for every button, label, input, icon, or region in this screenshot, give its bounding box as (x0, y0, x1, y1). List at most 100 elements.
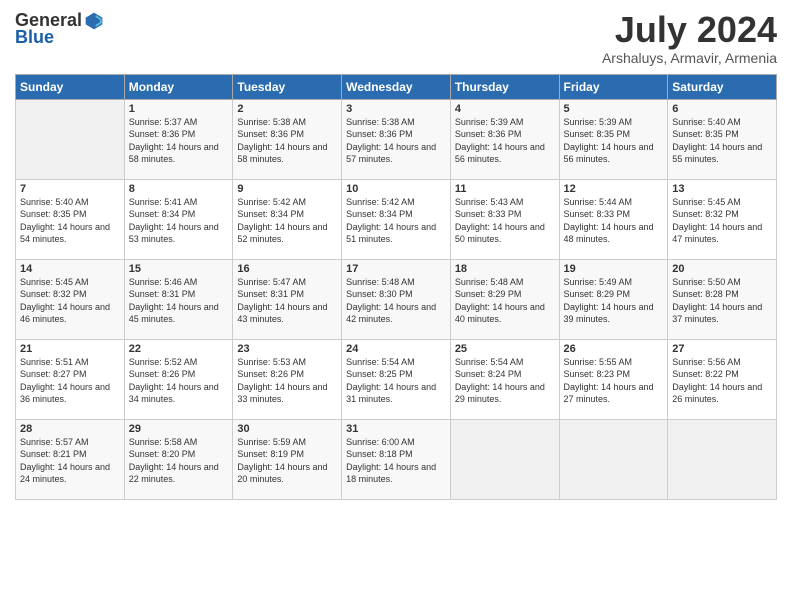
daylight-text: Daylight: 14 hours and 31 minutes. (346, 381, 446, 406)
sunset-text: Sunset: 8:34 PM (346, 208, 446, 221)
page: General Blue July 2024 Arshaluys, Armavi… (0, 0, 792, 612)
day-number: 26 (564, 343, 664, 355)
daylight-text: Daylight: 14 hours and 36 minutes. (20, 381, 120, 406)
day-info: Sunrise: 5:46 AM Sunset: 8:31 PM Dayligh… (129, 276, 229, 326)
header: General Blue July 2024 Arshaluys, Armavi… (15, 10, 777, 66)
day-cell: 19 Sunrise: 5:49 AM Sunset: 8:29 PM Dayl… (559, 259, 668, 339)
sunrise-text: Sunrise: 5:42 AM (346, 196, 446, 209)
header-monday: Monday (124, 74, 233, 99)
day-info: Sunrise: 5:48 AM Sunset: 8:30 PM Dayligh… (346, 276, 446, 326)
sunset-text: Sunset: 8:20 PM (129, 448, 229, 461)
sunset-text: Sunset: 8:29 PM (455, 288, 555, 301)
day-cell (668, 419, 777, 499)
sunrise-text: Sunrise: 5:57 AM (20, 436, 120, 449)
sunset-text: Sunset: 8:26 PM (237, 368, 337, 381)
week-row-1: 7 Sunrise: 5:40 AM Sunset: 8:35 PM Dayli… (16, 179, 777, 259)
sunrise-text: Sunrise: 5:43 AM (455, 196, 555, 209)
logo: General Blue (15, 10, 104, 48)
daylight-text: Daylight: 14 hours and 56 minutes. (455, 141, 555, 166)
day-cell: 10 Sunrise: 5:42 AM Sunset: 8:34 PM Dayl… (342, 179, 451, 259)
month-year: July 2024 (602, 10, 777, 50)
day-number: 7 (20, 183, 120, 195)
header-thursday: Thursday (450, 74, 559, 99)
calendar-table: Sunday Monday Tuesday Wednesday Thursday… (15, 74, 777, 500)
day-info: Sunrise: 5:37 AM Sunset: 8:36 PM Dayligh… (129, 116, 229, 166)
day-info: Sunrise: 5:45 AM Sunset: 8:32 PM Dayligh… (672, 196, 772, 246)
day-info: Sunrise: 5:54 AM Sunset: 8:24 PM Dayligh… (455, 356, 555, 406)
daylight-text: Daylight: 14 hours and 20 minutes. (237, 461, 337, 486)
daylight-text: Daylight: 14 hours and 24 minutes. (20, 461, 120, 486)
day-cell: 27 Sunrise: 5:56 AM Sunset: 8:22 PM Dayl… (668, 339, 777, 419)
header-saturday: Saturday (668, 74, 777, 99)
sunset-text: Sunset: 8:36 PM (455, 128, 555, 141)
day-cell: 31 Sunrise: 6:00 AM Sunset: 8:18 PM Dayl… (342, 419, 451, 499)
sunrise-text: Sunrise: 5:48 AM (455, 276, 555, 289)
day-info: Sunrise: 5:51 AM Sunset: 8:27 PM Dayligh… (20, 356, 120, 406)
day-cell: 30 Sunrise: 5:59 AM Sunset: 8:19 PM Dayl… (233, 419, 342, 499)
day-cell: 9 Sunrise: 5:42 AM Sunset: 8:34 PM Dayli… (233, 179, 342, 259)
daylight-text: Daylight: 14 hours and 58 minutes. (129, 141, 229, 166)
daylight-text: Daylight: 14 hours and 52 minutes. (237, 221, 337, 246)
daylight-text: Daylight: 14 hours and 22 minutes. (129, 461, 229, 486)
day-number: 6 (672, 103, 772, 115)
daylight-text: Daylight: 14 hours and 51 minutes. (346, 221, 446, 246)
day-number: 3 (346, 103, 446, 115)
sunset-text: Sunset: 8:33 PM (455, 208, 555, 221)
location: Arshaluys, Armavir, Armenia (602, 50, 777, 66)
sunrise-text: Sunrise: 5:38 AM (237, 116, 337, 129)
day-number: 14 (20, 263, 120, 275)
day-info: Sunrise: 5:54 AM Sunset: 8:25 PM Dayligh… (346, 356, 446, 406)
sunrise-text: Sunrise: 5:41 AM (129, 196, 229, 209)
sunrise-text: Sunrise: 5:38 AM (346, 116, 446, 129)
sunset-text: Sunset: 8:31 PM (129, 288, 229, 301)
day-cell: 14 Sunrise: 5:45 AM Sunset: 8:32 PM Dayl… (16, 259, 125, 339)
sunrise-text: Sunrise: 5:47 AM (237, 276, 337, 289)
day-number: 28 (20, 423, 120, 435)
sunrise-text: Sunrise: 5:45 AM (672, 196, 772, 209)
sunrise-text: Sunrise: 5:39 AM (564, 116, 664, 129)
sunrise-text: Sunrise: 5:51 AM (20, 356, 120, 369)
day-info: Sunrise: 5:56 AM Sunset: 8:22 PM Dayligh… (672, 356, 772, 406)
sunset-text: Sunset: 8:29 PM (564, 288, 664, 301)
day-cell: 11 Sunrise: 5:43 AM Sunset: 8:33 PM Dayl… (450, 179, 559, 259)
sunset-text: Sunset: 8:36 PM (346, 128, 446, 141)
daylight-text: Daylight: 14 hours and 40 minutes. (455, 301, 555, 326)
day-cell: 22 Sunrise: 5:52 AM Sunset: 8:26 PM Dayl… (124, 339, 233, 419)
day-number: 22 (129, 343, 229, 355)
daylight-text: Daylight: 14 hours and 39 minutes. (564, 301, 664, 326)
daylight-text: Daylight: 14 hours and 56 minutes. (564, 141, 664, 166)
day-cell (559, 419, 668, 499)
sunrise-text: Sunrise: 5:37 AM (129, 116, 229, 129)
sunrise-text: Sunrise: 5:50 AM (672, 276, 772, 289)
sunrise-text: Sunrise: 5:54 AM (455, 356, 555, 369)
sunset-text: Sunset: 8:34 PM (237, 208, 337, 221)
daylight-text: Daylight: 14 hours and 27 minutes. (564, 381, 664, 406)
day-info: Sunrise: 5:38 AM Sunset: 8:36 PM Dayligh… (346, 116, 446, 166)
day-number: 4 (455, 103, 555, 115)
day-cell: 16 Sunrise: 5:47 AM Sunset: 8:31 PM Dayl… (233, 259, 342, 339)
day-cell: 20 Sunrise: 5:50 AM Sunset: 8:28 PM Dayl… (668, 259, 777, 339)
sunset-text: Sunset: 8:31 PM (237, 288, 337, 301)
sunset-text: Sunset: 8:32 PM (20, 288, 120, 301)
day-info: Sunrise: 5:41 AM Sunset: 8:34 PM Dayligh… (129, 196, 229, 246)
sunset-text: Sunset: 8:28 PM (672, 288, 772, 301)
day-number: 8 (129, 183, 229, 195)
day-number: 16 (237, 263, 337, 275)
daylight-text: Daylight: 14 hours and 48 minutes. (564, 221, 664, 246)
day-info: Sunrise: 6:00 AM Sunset: 8:18 PM Dayligh… (346, 436, 446, 486)
sunrise-text: Sunrise: 5:54 AM (346, 356, 446, 369)
sunrise-text: Sunrise: 5:55 AM (564, 356, 664, 369)
day-number: 25 (455, 343, 555, 355)
sunset-text: Sunset: 8:22 PM (672, 368, 772, 381)
day-cell: 17 Sunrise: 5:48 AM Sunset: 8:30 PM Dayl… (342, 259, 451, 339)
day-number: 20 (672, 263, 772, 275)
sunrise-text: Sunrise: 5:46 AM (129, 276, 229, 289)
sunset-text: Sunset: 8:24 PM (455, 368, 555, 381)
day-cell: 23 Sunrise: 5:53 AM Sunset: 8:26 PM Dayl… (233, 339, 342, 419)
sunset-text: Sunset: 8:33 PM (564, 208, 664, 221)
day-cell: 5 Sunrise: 5:39 AM Sunset: 8:35 PM Dayli… (559, 99, 668, 179)
header-friday: Friday (559, 74, 668, 99)
day-number: 24 (346, 343, 446, 355)
day-number: 19 (564, 263, 664, 275)
day-info: Sunrise: 5:53 AM Sunset: 8:26 PM Dayligh… (237, 356, 337, 406)
